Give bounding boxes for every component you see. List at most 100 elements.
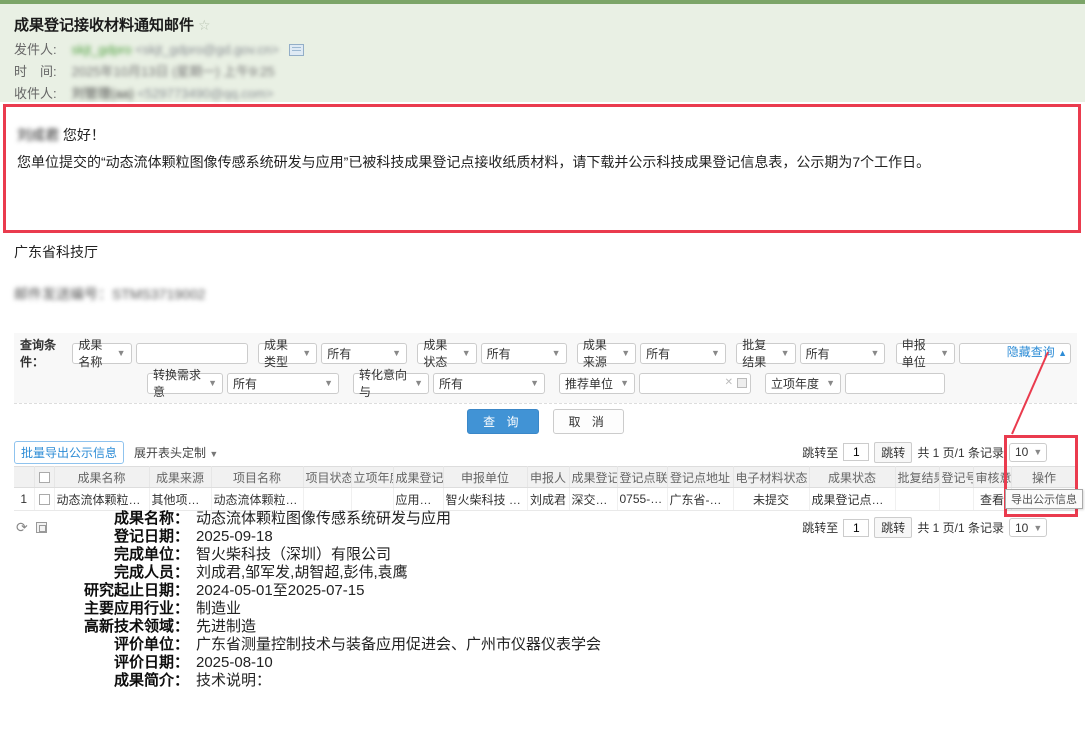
- detail-value: 技术说明：: [196, 672, 271, 690]
- chevron-down-icon: ▼: [620, 378, 629, 388]
- refresh-icon[interactable]: ⟳: [16, 519, 28, 536]
- header-project-year: 立项年度: [351, 467, 393, 488]
- hide-query-link[interactable]: 隐藏查询 ▲: [1007, 343, 1067, 360]
- chevron-down-icon: ▼: [940, 348, 949, 358]
- approval-result-select[interactable]: 所有▼: [800, 343, 886, 364]
- header-ematerial-status: 电子材料状态: [733, 467, 809, 488]
- jump-page-input[interactable]: [843, 443, 869, 461]
- table-row: 1 动态流体颗粒图像传感... 其他项目成果 动态流体颗粒图像传感... 应用技…: [14, 488, 1077, 511]
- pagination-top: 跳转至 跳转 共 1 页/1 条记录 10▼: [802, 442, 1047, 463]
- detail-label: 研究起止日期：: [74, 582, 189, 600]
- jump-button[interactable]: 跳转: [874, 517, 912, 538]
- field-select-transfer-demand[interactable]: 转换需求意▼: [147, 373, 223, 394]
- clear-icon[interactable]: ✕: [725, 377, 733, 388]
- chevron-down-icon: ▼: [302, 348, 311, 358]
- result-name-input[interactable]: [136, 343, 248, 364]
- chevron-down-icon: ▼: [324, 378, 333, 388]
- field-select-declaring-unit[interactable]: 申报单位▼: [896, 343, 955, 364]
- query-conditions-label: 查询条件：: [20, 336, 64, 370]
- header-registration-point: 成果登记点: [569, 467, 617, 488]
- search-button[interactable]: 查 询: [467, 409, 538, 434]
- transfer-demand-select[interactable]: 所有▼: [227, 373, 339, 394]
- expand-header-link[interactable]: 展开表头定制 ▼: [134, 444, 218, 461]
- chevron-down-icon: ▼: [117, 348, 126, 358]
- query-row-2: 转换需求意▼ 所有▼ 转化意向与▼ 所有▼ 推荐单位▼ ✕ 立项年度▼: [147, 371, 1071, 395]
- detail-value: 2024-05-01至2025-07-15: [196, 582, 364, 600]
- chevron-down-icon: ▼: [711, 348, 720, 358]
- cancel-button[interactable]: 取 消: [553, 409, 624, 434]
- jump-button[interactable]: 跳转: [874, 442, 912, 463]
- chevron-down-icon: ▼: [1033, 523, 1042, 533]
- header-registration-contact: 登记点联系人: [617, 467, 667, 488]
- chevron-down-icon: ▼: [414, 378, 423, 388]
- to-name-redacted: 刘管理(aa): [72, 86, 134, 101]
- jump-label: 跳转至: [802, 444, 838, 461]
- chevron-down-icon: ▼: [621, 348, 630, 358]
- cell-project-name: 动态流体颗粒图像传感...: [211, 488, 303, 511]
- export-table-icon[interactable]: [36, 522, 47, 533]
- cell-declaring-unit-link[interactable]: 智火柴科技 (深圳) 有...: [443, 488, 527, 511]
- recommend-unit-input[interactable]: [639, 373, 751, 394]
- field-select-approval-result[interactable]: 批复结果▼: [736, 343, 795, 364]
- arrow-up-icon: ▲: [1058, 348, 1067, 358]
- page-size-select[interactable]: 10▼: [1009, 518, 1047, 537]
- greeting-text: 您好！: [63, 127, 105, 143]
- recommend-unit-input-wrap: ✕: [639, 373, 751, 394]
- cell-checkbox: [34, 488, 54, 511]
- time-value-redacted: 2025年10月13日 (星期一) 上午9:25: [72, 64, 275, 79]
- jump-page-input[interactable]: [843, 519, 869, 537]
- from-name-redacted: skjt_gdpro: [72, 42, 132, 57]
- chevron-down-icon: ▼: [1033, 447, 1042, 457]
- field-select-transform-intent[interactable]: 转化意向与▼: [353, 373, 429, 394]
- star-icon[interactable]: ☆: [198, 17, 211, 33]
- select-all-checkbox[interactable]: [39, 472, 50, 483]
- contact-card-icon[interactable]: [289, 44, 304, 56]
- detail-value: 2025-09-18: [196, 528, 273, 546]
- field-select-recommend-unit[interactable]: 推荐单位▼: [559, 373, 635, 394]
- results-table: 成果名称 成果来源 项目名称 项目状态 立项年度 成果登记类型 申报单位 申报人…: [14, 466, 1078, 511]
- field-select-project-year[interactable]: 立项年度▼: [765, 373, 841, 394]
- picker-icon[interactable]: [737, 378, 747, 388]
- page-size-select[interactable]: 10▼: [1009, 443, 1047, 462]
- header-checkbox-cell: [34, 467, 54, 488]
- transform-intent-select[interactable]: 所有▼: [433, 373, 545, 394]
- detail-label: 成果名称：: [74, 510, 189, 528]
- field-select-result-name[interactable]: 成果名称▼: [72, 343, 131, 364]
- project-year-input[interactable]: [845, 373, 945, 394]
- header-registration-no: 登记号: [939, 467, 973, 488]
- header-approval-result: 批复结果: [895, 467, 939, 488]
- email-to-row: 收件人: 刘管理(aa) <529773490@qq.com>: [14, 86, 1085, 101]
- header-result-status: 成果状态: [809, 467, 895, 488]
- cell-rownum: 1: [14, 488, 34, 511]
- header-project-status: 项目状态: [303, 467, 351, 488]
- batch-export-button[interactable]: 批量导出公示信息: [14, 441, 124, 464]
- cell-result-name-link[interactable]: 动态流体颗粒图像传感...: [54, 488, 149, 511]
- result-status-select[interactable]: 所有▼: [481, 343, 567, 364]
- field-select-result-source[interactable]: 成果来源▼: [577, 343, 636, 364]
- email-from-row: 发件人: skjt_gdpro <skjt_gdpro@gd.gov.cn>: [14, 42, 1085, 57]
- row-checkbox[interactable]: [39, 494, 50, 505]
- detail-value: 2025-08-10: [196, 654, 273, 672]
- detail-label: 登记日期：: [74, 528, 189, 546]
- cell-declarant-link[interactable]: 刘成君: [527, 488, 569, 511]
- result-details: 成果名称：动态流体颗粒图像传感系统研发与应用 登记日期：2025-09-18 完…: [74, 510, 601, 690]
- header-rownum: [14, 467, 34, 488]
- result-source-select[interactable]: 所有▼: [640, 343, 726, 364]
- field-select-result-type[interactable]: 成果类型▼: [258, 343, 317, 364]
- detail-value: 刘成君,邹军发,胡智超,彭伟,袁鹰: [196, 564, 408, 582]
- field-select-result-status[interactable]: 成果状态▼: [417, 343, 476, 364]
- header-project-name: 项目名称: [211, 467, 303, 488]
- detail-label: 完成人员：: [74, 564, 189, 582]
- email-subject-text: 成果登记接收材料通知邮件: [14, 17, 194, 34]
- from-label: 发件人:: [14, 42, 68, 57]
- arrow-down-icon: ▼: [209, 449, 218, 459]
- cell-approval-result: [895, 488, 939, 511]
- cell-registration-point: 深交所科技...: [569, 488, 617, 511]
- detail-label: 评价单位：: [74, 636, 189, 654]
- header-declarant: 申报人: [527, 467, 569, 488]
- greeting-name-redacted: 刘成君: [17, 127, 59, 143]
- header-declaring-unit: 申报单位: [443, 467, 527, 488]
- to-address-redacted: <529773490@qq.com>: [137, 86, 273, 101]
- result-type-select[interactable]: 所有▼: [321, 343, 407, 364]
- cell-project-status: [303, 488, 351, 511]
